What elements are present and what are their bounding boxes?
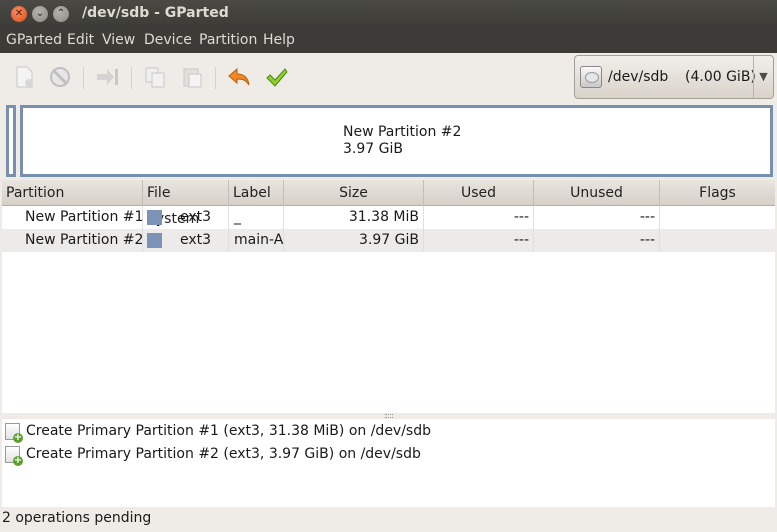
- dropdown-arrow-icon: ▼: [753, 56, 773, 98]
- maximize-icon[interactable]: ⌃: [53, 6, 69, 22]
- status-text: 2 operations pending: [2, 510, 152, 526]
- cell-flags: [660, 206, 775, 229]
- paste-icon[interactable]: [180, 65, 204, 89]
- resize-move-icon[interactable]: [95, 65, 119, 89]
- cell-filesystem-text: ext3: [180, 209, 212, 225]
- operation-text: Create Primary Partition #2 (ext3, 3.97 …: [26, 446, 421, 462]
- column-header-filesystem[interactable]: File System: [143, 180, 229, 227]
- cell-partition: New Partition #1: [2, 206, 143, 229]
- cell-size: 31.38 MiB: [284, 206, 424, 229]
- toolbar-separator: [83, 67, 84, 89]
- toolbar-separator: [215, 67, 216, 89]
- menu-help[interactable]: Help: [263, 32, 295, 48]
- column-header-partition[interactable]: Partition: [2, 180, 143, 206]
- column-header-used[interactable]: Used: [424, 180, 534, 206]
- cell-partition: New Partition #2: [2, 229, 143, 252]
- partition-block-size: 3.97 GiB: [343, 141, 403, 157]
- partition-block-label: New Partition #2 3.97 GiB: [343, 124, 461, 158]
- partition-table: Partition File System Label Size Used Un…: [2, 180, 775, 413]
- create-partition-icon: [5, 423, 23, 443]
- cell-flags: [660, 229, 775, 252]
- menu-gparted[interactable]: GParted: [6, 32, 62, 48]
- cell-size: 3.97 GiB: [284, 229, 424, 252]
- hard-disk-icon: [580, 66, 602, 88]
- menu-device[interactable]: Device: [144, 32, 192, 48]
- cell-unused: ---: [534, 206, 660, 229]
- copy-icon[interactable]: [143, 65, 167, 89]
- device-size: (4.00 GiB): [685, 69, 756, 85]
- cell-used: ---: [424, 229, 534, 252]
- column-header-size[interactable]: Size: [284, 180, 424, 206]
- cell-used: ---: [424, 206, 534, 229]
- cell-filesystem: ext3: [143, 206, 229, 229]
- new-icon[interactable]: [12, 65, 36, 89]
- menu-view[interactable]: View: [102, 32, 135, 48]
- delete-icon[interactable]: [48, 65, 72, 89]
- minimize-icon[interactable]: ⌄: [32, 6, 48, 22]
- column-header-label[interactable]: Label: [229, 180, 284, 206]
- table-row[interactable]: New Partition #1 ext3 _ 31.38 MiB --- --…: [2, 206, 775, 229]
- cell-label: main-A: [229, 229, 284, 252]
- table-row[interactable]: New Partition #2 ext3 main-A 3.97 GiB --…: [2, 229, 775, 252]
- window-title: /dev/sdb - GParted: [82, 5, 229, 21]
- list-item[interactable]: Create Primary Partition #1 (ext3, 31.38…: [2, 420, 775, 443]
- list-item[interactable]: Create Primary Partition #2 (ext3, 3.97 …: [2, 443, 775, 466]
- device-selector[interactable]: /dev/sdb (4.00 GiB) ▼: [574, 55, 774, 99]
- menu-bar: GParted Edit View Device Partition Help: [0, 28, 777, 53]
- menu-edit[interactable]: Edit: [67, 32, 94, 48]
- table-header: Partition File System Label Size Used Un…: [2, 180, 775, 227]
- splitter-grip[interactable]: [385, 414, 393, 418]
- menu-partition[interactable]: Partition: [199, 32, 257, 48]
- cell-label: _: [229, 206, 284, 229]
- disk-visualization: New Partition #2 3.97 GiB: [6, 105, 773, 177]
- create-partition-icon: [5, 446, 23, 466]
- column-header-unused[interactable]: Unused: [534, 180, 660, 206]
- operations-list: Create Primary Partition #1 (ext3, 31.38…: [2, 419, 775, 507]
- ext3-color-swatch: [147, 210, 162, 225]
- cell-unused: ---: [534, 229, 660, 252]
- partition-block-name: New Partition #2: [343, 124, 462, 140]
- title-bar: ✕ ⌄ ⌃ /dev/sdb - GParted: [0, 0, 777, 28]
- status-bar: 2 operations pending: [0, 507, 777, 532]
- device-name: /dev/sdb: [608, 69, 669, 85]
- partition-1-block[interactable]: [6, 105, 16, 177]
- cell-filesystem-text: ext3: [180, 232, 212, 248]
- partition-2-block[interactable]: New Partition #2 3.97 GiB: [20, 105, 773, 177]
- operation-text: Create Primary Partition #1 (ext3, 31.38…: [26, 423, 432, 439]
- apply-icon[interactable]: [264, 65, 288, 89]
- close-icon[interactable]: ✕: [11, 6, 27, 22]
- cell-filesystem: ext3: [143, 229, 229, 252]
- toolbar-separator: [131, 67, 132, 89]
- column-header-flags[interactable]: Flags: [660, 180, 775, 206]
- undo-icon[interactable]: [227, 65, 251, 89]
- ext3-color-swatch: [147, 233, 162, 248]
